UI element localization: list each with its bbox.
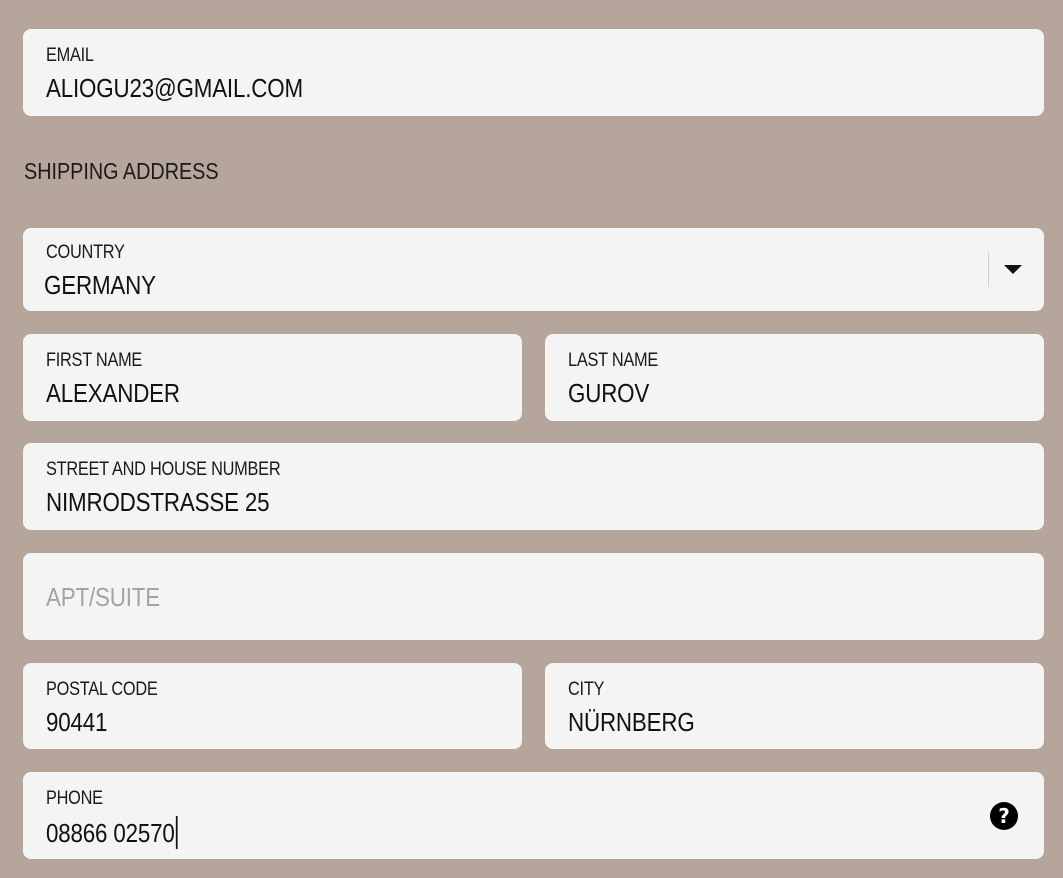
shipping-address-heading: SHIPPING ADDRESS xyxy=(24,158,219,184)
city-value[interactable]: NÜRNBERG xyxy=(568,707,695,738)
country-value[interactable]: GERMANY xyxy=(44,270,156,301)
phone-input[interactable]: 08866 02570 xyxy=(46,816,178,849)
postal-code-label: POSTAL CODE xyxy=(46,679,158,700)
first-name-field[interactable]: FIRST NAME ALEXANDER xyxy=(23,334,522,421)
last-name-label: LAST NAME xyxy=(568,350,659,371)
last-name-value[interactable]: GUROV xyxy=(568,378,649,409)
question-circle-icon[interactable]: ? xyxy=(990,802,1018,830)
email-field[interactable]: EMAIL ALIOGU23@GMAIL.COM xyxy=(23,29,1044,116)
city-field[interactable]: CITY NÜRNBERG xyxy=(545,663,1044,749)
text-cursor xyxy=(175,816,178,849)
city-label: CITY xyxy=(568,679,605,700)
email-value[interactable]: ALIOGU23@GMAIL.COM xyxy=(46,73,303,104)
phone-value[interactable]: 08866 02570 xyxy=(46,818,175,848)
email-label: EMAIL xyxy=(46,45,94,66)
phone-field[interactable]: PHONE 08866 02570 ? xyxy=(23,772,1044,859)
postal-code-value[interactable]: 90441 xyxy=(46,707,108,738)
street-value[interactable]: NIMRODSTRASSE 25 xyxy=(46,487,270,518)
first-name-label: FIRST NAME xyxy=(46,350,143,371)
country-label: COUNTRY xyxy=(46,242,125,263)
first-name-value[interactable]: ALEXANDER xyxy=(46,378,180,409)
postal-code-field[interactable]: POSTAL CODE 90441 xyxy=(23,663,522,749)
last-name-field[interactable]: LAST NAME GUROV xyxy=(545,334,1044,421)
apt-suite-field[interactable]: APT/SUITE xyxy=(23,553,1044,640)
street-label: STREET AND HOUSE NUMBER xyxy=(46,459,281,480)
select-divider xyxy=(988,252,989,287)
country-select[interactable]: COUNTRY GERMANY xyxy=(23,228,1044,311)
street-field[interactable]: STREET AND HOUSE NUMBER NIMRODSTRASSE 25 xyxy=(23,443,1044,530)
phone-label: PHONE xyxy=(46,788,103,809)
chevron-down-icon[interactable] xyxy=(1004,265,1022,274)
apt-suite-placeholder[interactable]: APT/SUITE xyxy=(46,582,160,613)
